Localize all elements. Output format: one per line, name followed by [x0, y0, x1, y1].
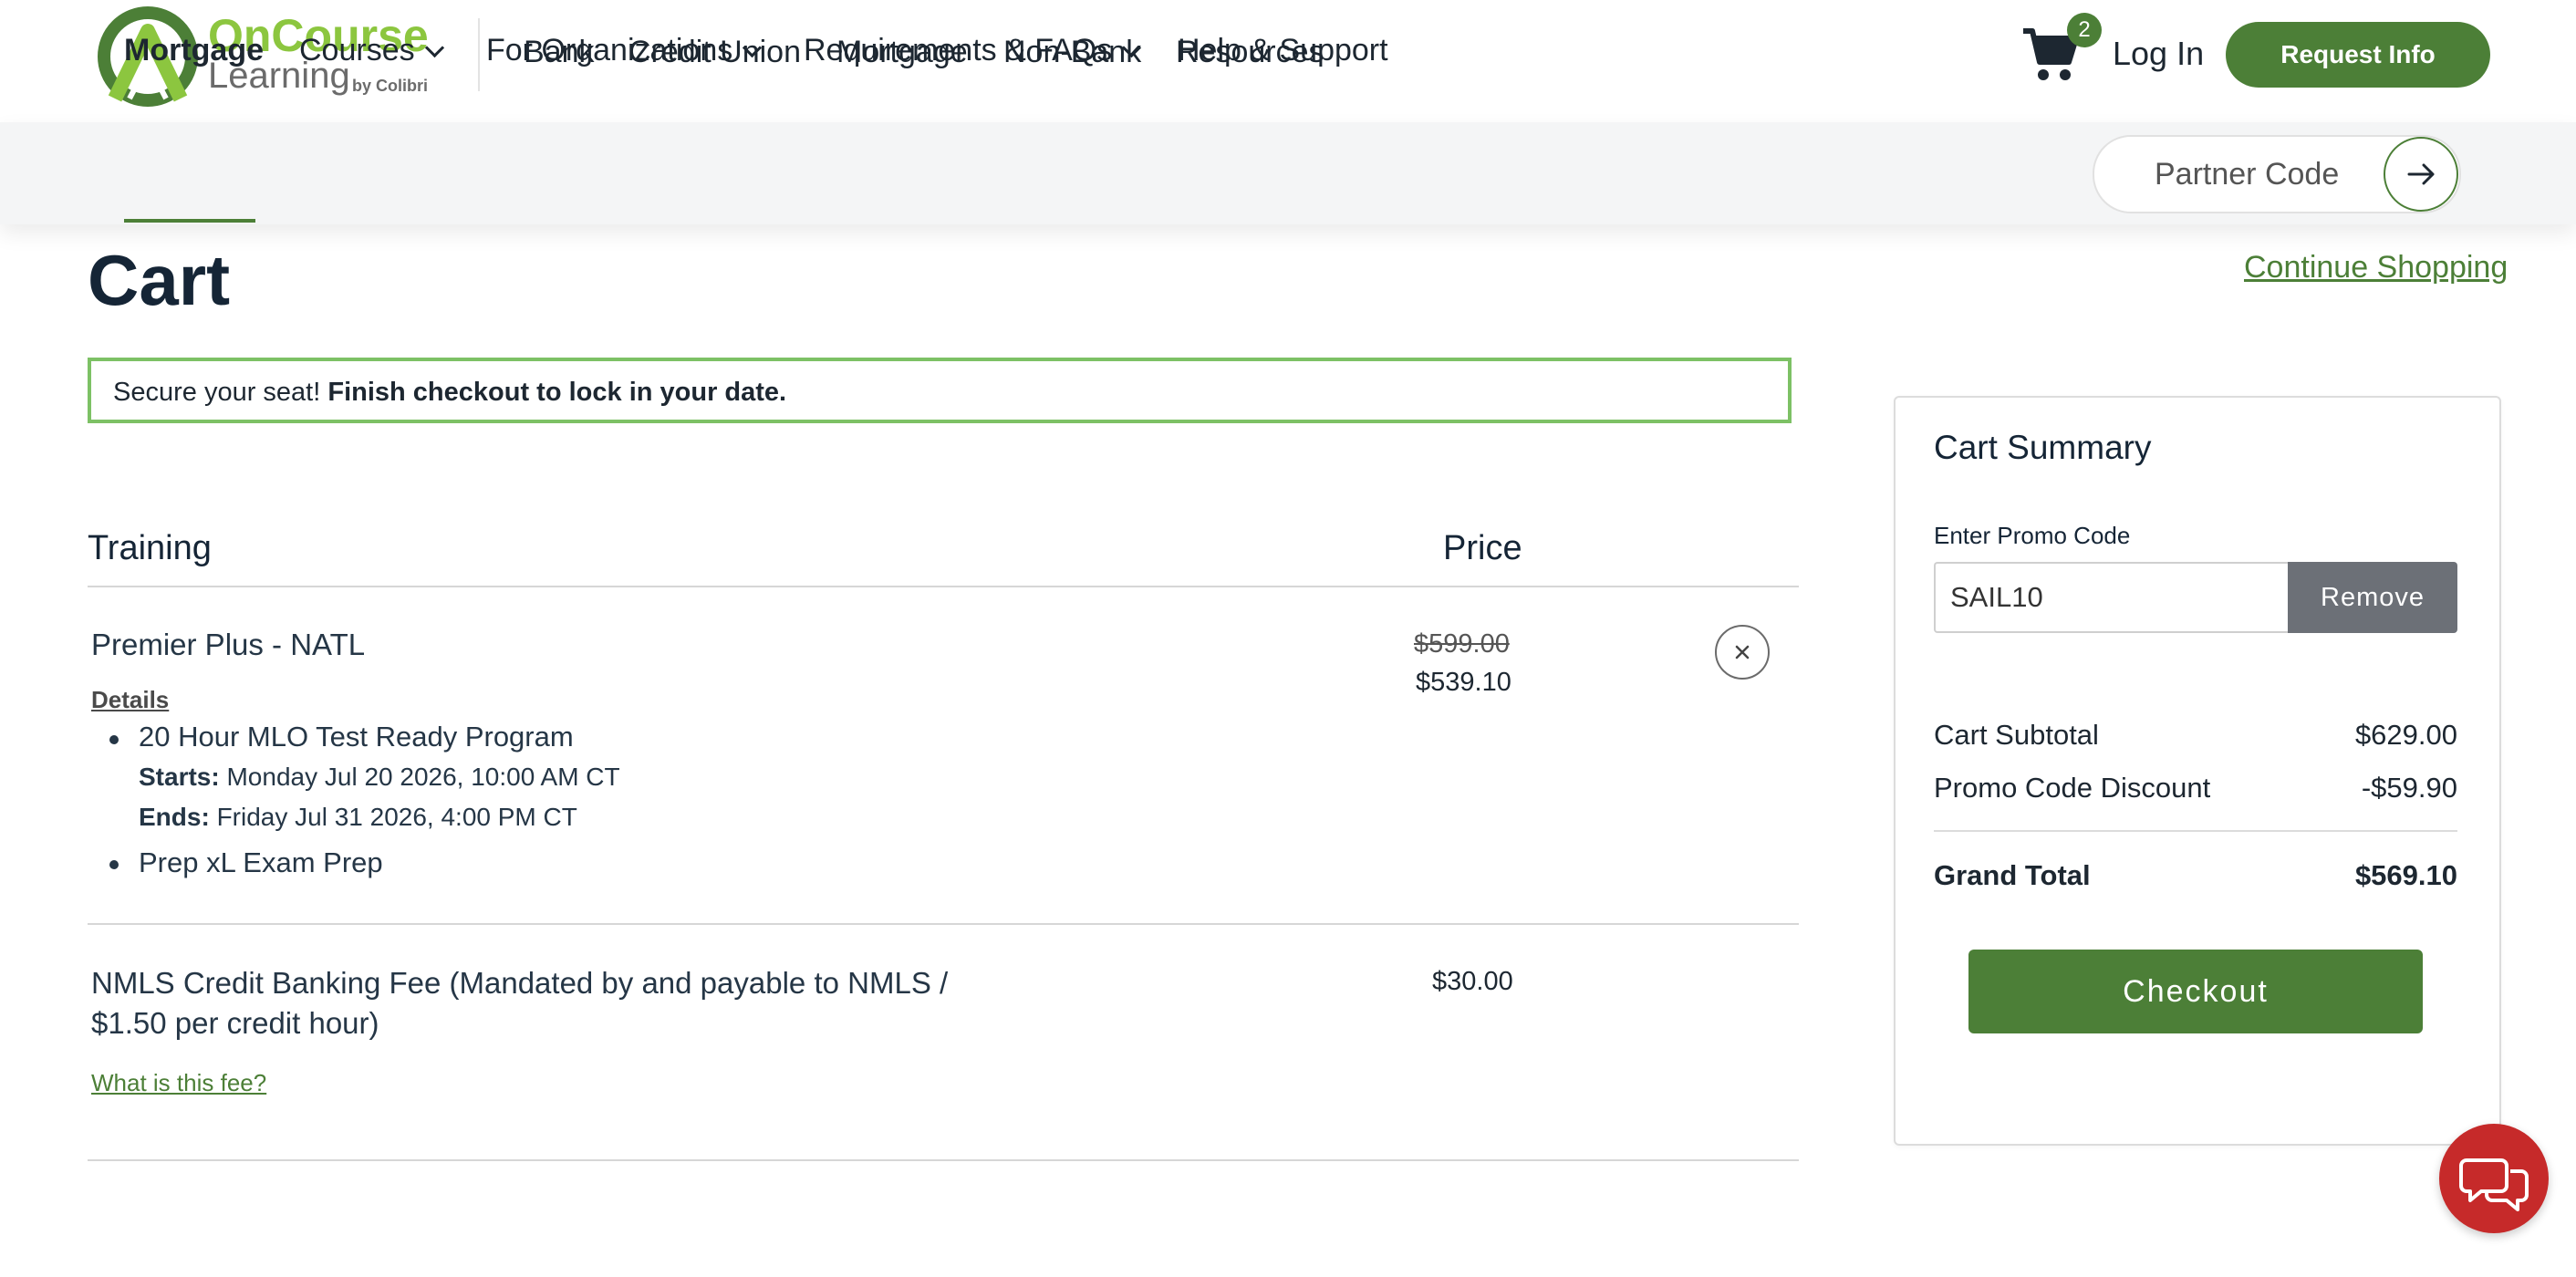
notice-text-plain: Secure your seat! — [113, 378, 321, 407]
detail-ends: Ends: Friday Jul 31 2026, 4:00 PM CT — [139, 803, 577, 832]
page-title: Cart — [88, 240, 231, 320]
cart-summary-title: Cart Summary — [1934, 429, 2152, 466]
close-icon — [1735, 645, 1750, 659]
remove-promo-button[interactable]: Remove — [2288, 562, 2457, 633]
subnav-for-organizations[interactable]: For Organizations — [486, 33, 763, 68]
grand-total-label: Grand Total — [1934, 859, 2091, 891]
logo-byline: by Colibri — [352, 77, 428, 95]
cart-item-name: Premier Plus - NATL — [91, 628, 366, 661]
partner-code-submit-button[interactable] — [2384, 137, 2458, 212]
subnav-mortgage[interactable]: Mortgage — [124, 33, 264, 68]
arrow-right-icon — [2407, 163, 2435, 185]
subnav-help-support-label: Help & Support — [1178, 33, 1388, 67]
promo-code-input[interactable] — [1934, 562, 2288, 633]
checkout-button[interactable]: Checkout — [1968, 950, 2423, 1033]
cart-item-name: NMLS Credit Banking Fee (Mandated by and… — [91, 966, 949, 1040]
detail-ends-value: Friday Jul 31 2026, 4:00 PM CT — [216, 803, 577, 831]
request-info-button[interactable]: Request Info — [2226, 22, 2490, 88]
detail-starts: Starts: Monday Jul 20 2026, 10:00 AM CT — [139, 763, 620, 792]
promo-code-label: Enter Promo Code — [1934, 522, 2131, 549]
row-divider — [88, 1159, 1799, 1161]
continue-shopping-link[interactable]: Continue Shopping — [2244, 250, 2508, 286]
login-link[interactable]: Log In — [2113, 35, 2204, 73]
chat-bubbles-icon — [2459, 1158, 2529, 1211]
subnav-help-support[interactable]: Help & Support — [1178, 33, 1388, 68]
summary-row-label: Promo Code Discount — [1934, 772, 2211, 804]
cart-count-badge: 2 — [2067, 13, 2102, 47]
column-header-training: Training — [88, 529, 212, 567]
notice-text-bold: Finish checkout to lock in your date. — [327, 378, 787, 407]
detail-course-title: 20 Hour MLO Test Ready Program — [139, 721, 574, 753]
column-header-price: Price — [1443, 529, 1522, 567]
item-price: $30.00 — [1432, 967, 1513, 996]
notice-text: Secure your seat! Finish checkout to loc… — [113, 378, 786, 408]
logo-divider — [478, 18, 480, 91]
subnav-requirements-faqs-label: Requirements & FAQs — [804, 33, 1113, 67]
table-divider — [88, 586, 1799, 587]
detail-ends-label: Ends: — [139, 803, 210, 831]
chat-button[interactable] — [2439, 1124, 2549, 1233]
remove-item-button[interactable] — [1715, 625, 1770, 680]
row-divider — [88, 923, 1799, 925]
subnav-for-organizations-label: For Organizations — [486, 33, 733, 67]
summary-row-value: -$59.90 — [2361, 772, 2457, 804]
fee-info-link[interactable]: What is this fee? — [91, 1069, 266, 1097]
chevron-down-icon — [424, 37, 444, 58]
original-price: $599.00 — [1414, 629, 1510, 659]
item-price: $539.10 — [1416, 668, 1511, 697]
partner-code-input[interactable] — [2153, 155, 2394, 193]
grand-total-value: $569.10 — [2354, 859, 2457, 891]
subnav-requirements-faqs[interactable]: Requirements & FAQs — [804, 33, 1142, 68]
summary-row-label: Cart Subtotal — [1934, 719, 2099, 751]
detail-starts-label: Starts: — [139, 763, 220, 791]
summary-divider — [1934, 830, 2457, 832]
subnav-mortgage-label: Mortgage — [124, 33, 264, 67]
details-toggle[interactable]: Details — [91, 686, 169, 714]
list-bullet — [109, 860, 119, 869]
subnav-courses[interactable]: Courses — [299, 33, 444, 68]
checkout-notice: Secure your seat! Finish checkout to loc… — [88, 358, 1792, 423]
subnav-courses-label: Courses — [299, 33, 415, 67]
summary-row-value: $629.00 — [2354, 719, 2457, 751]
detail-starts-value: Monday Jul 20 2026, 10:00 AM CT — [226, 763, 620, 791]
chevron-down-icon — [743, 37, 763, 58]
detail-course-title: Prep xL Exam Prep — [139, 846, 383, 878]
chevron-down-icon — [1122, 37, 1142, 58]
subnav-active-underline — [124, 219, 255, 223]
list-bullet — [109, 735, 119, 744]
